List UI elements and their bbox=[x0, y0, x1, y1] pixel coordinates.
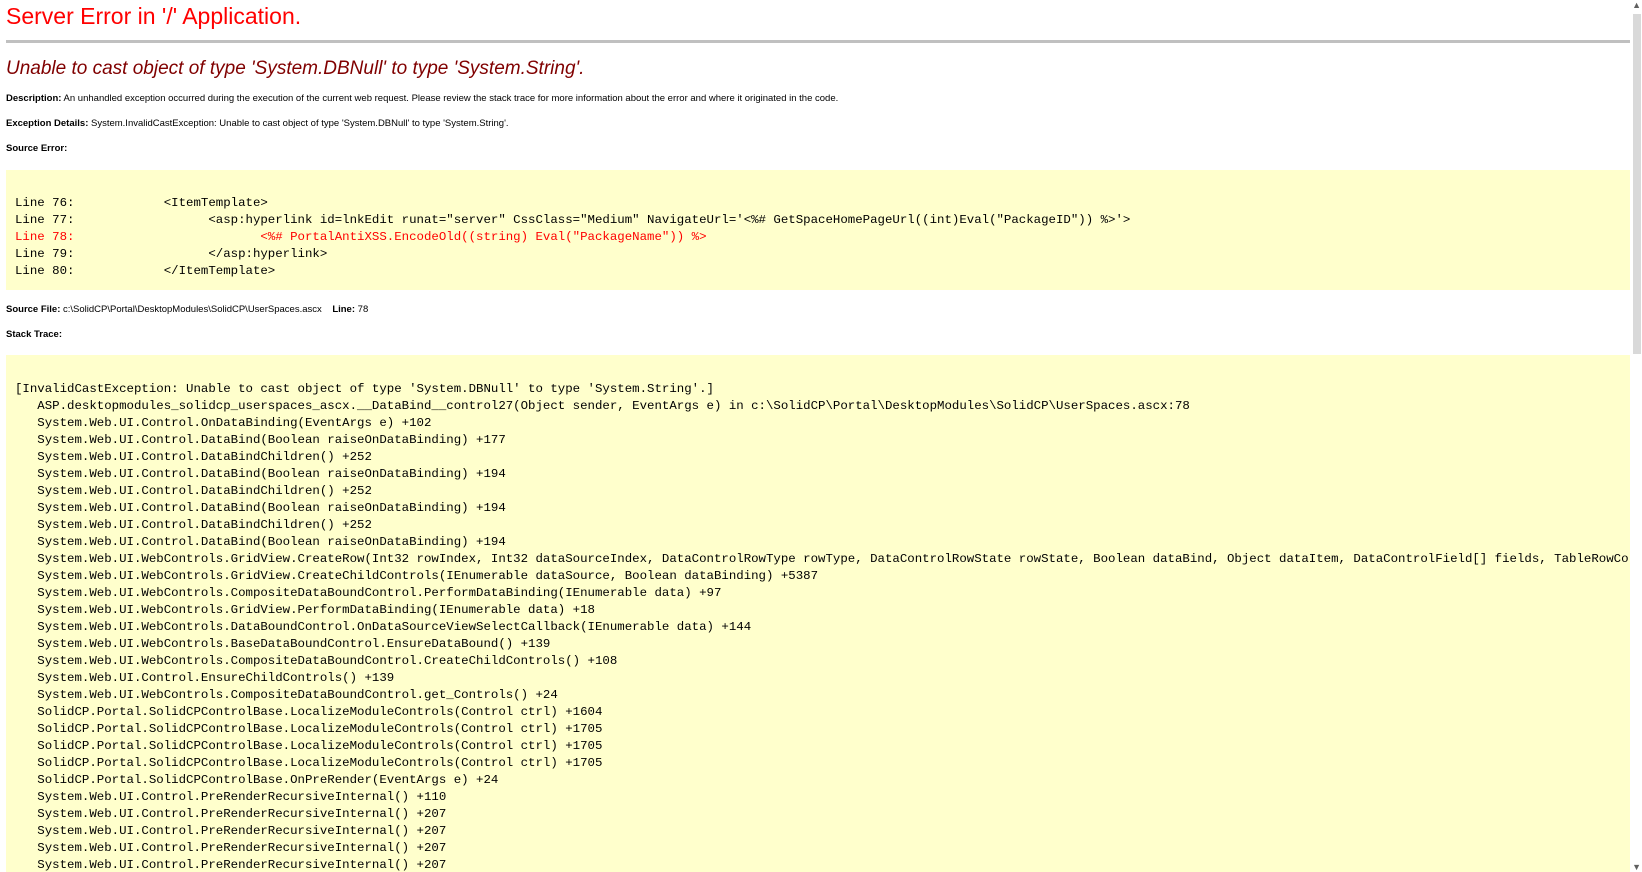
stack-trace-line: System.Web.UI.WebControls.CompositeDataB… bbox=[15, 688, 558, 702]
source-file-label: Source File: bbox=[6, 304, 61, 315]
stack-trace-code-block[interactable]: [InvalidCastException: Unable to cast ob… bbox=[6, 355, 1630, 872]
stack-trace-line: ASP.desktopmodules_solidcp_userspaces_as… bbox=[15, 399, 1190, 413]
scrollbar-thumb[interactable] bbox=[1633, 14, 1641, 354]
scroll-down-arrow-icon[interactable]: ▼ bbox=[1632, 862, 1641, 872]
source-code-line: Line 79: </asp:hyperlink> bbox=[15, 247, 328, 261]
error-page: Server Error in '/' Application. Unable … bbox=[6, 0, 1633, 872]
stack-trace-line: SolidCP.Portal.SolidCPControlBase.Locali… bbox=[15, 705, 603, 719]
stack-trace-line: System.Web.UI.Control.OnDataBinding(Even… bbox=[15, 416, 432, 430]
stack-trace-line: System.Web.UI.WebControls.CompositeDataB… bbox=[15, 654, 618, 668]
description-row: Description: An unhandled exception occu… bbox=[6, 93, 838, 105]
stack-trace-line: System.Web.UI.Control.DataBind(Boolean r… bbox=[15, 433, 506, 447]
stack-trace-line: System.Web.UI.Control.PreRenderRecursive… bbox=[15, 807, 447, 821]
stack-trace-line: System.Web.UI.Control.PreRenderRecursive… bbox=[15, 858, 447, 872]
stack-trace-line: System.Web.UI.Control.DataBind(Boolean r… bbox=[15, 467, 506, 481]
stack-trace-line: System.Web.UI.Control.PreRenderRecursive… bbox=[15, 841, 447, 855]
vertical-scrollbar[interactable]: ▲ ▼ bbox=[1630, 0, 1642, 872]
source-code-line: Line 76: <ItemTemplate> bbox=[15, 196, 268, 210]
stack-trace-line: System.Web.UI.WebControls.GridView.Creat… bbox=[15, 569, 819, 583]
stack-trace-line: SolidCP.Portal.SolidCPControlBase.OnPreR… bbox=[15, 773, 499, 787]
stack-trace-row: Stack Trace: bbox=[6, 329, 62, 341]
source-error-row: Source Error: bbox=[6, 143, 67, 155]
source-error-code-block: Line 76: <ItemTemplate> Line 77: <asp:hyp… bbox=[6, 170, 1630, 290]
stack-trace-line: System.Web.UI.Control.PreRenderRecursive… bbox=[15, 790, 447, 804]
stack-trace-line: SolidCP.Portal.SolidCPControlBase.Locali… bbox=[15, 722, 603, 736]
stack-trace-line: System.Web.UI.WebControls.BaseDataBoundC… bbox=[15, 637, 551, 651]
stack-trace-line: System.Web.UI.WebControls.CompositeDataB… bbox=[15, 586, 722, 600]
stack-trace-line: System.Web.UI.WebControls.GridView.Creat… bbox=[15, 552, 1630, 566]
source-error-label: Source Error: bbox=[6, 143, 68, 154]
source-line-label: Line: bbox=[332, 304, 356, 315]
exception-details-row: Exception Details: System.InvalidCastExc… bbox=[6, 118, 509, 130]
stack-trace-line: [InvalidCastException: Unable to cast ob… bbox=[15, 382, 714, 396]
stack-trace-line: SolidCP.Portal.SolidCPControlBase.Locali… bbox=[15, 756, 603, 770]
source-code-line: Line 80: </ItemTemplate> bbox=[15, 264, 276, 278]
description-text: An unhandled exception occurred during t… bbox=[61, 93, 839, 104]
title-divider bbox=[6, 40, 1633, 43]
source-line-value: 78 bbox=[355, 304, 369, 315]
stack-trace-line: System.Web.UI.Control.DataBind(Boolean r… bbox=[15, 535, 506, 549]
stack-trace-label: Stack Trace: bbox=[6, 329, 62, 340]
stack-trace-line: System.Web.UI.WebControls.DataBoundContr… bbox=[15, 620, 752, 634]
source-file-row: Source File: c:\SolidCP\Portal\DesktopMo… bbox=[6, 304, 368, 316]
stack-trace-line: SolidCP.Portal.SolidCPControlBase.Locali… bbox=[15, 739, 603, 753]
stack-trace-line: System.Web.UI.Control.PreRenderRecursive… bbox=[15, 824, 447, 838]
exception-details-label: Exception Details: bbox=[6, 118, 89, 129]
scroll-up-arrow-icon[interactable]: ▲ bbox=[1632, 0, 1641, 10]
stack-trace-line: System.Web.UI.WebControls.GridView.Perfo… bbox=[15, 603, 595, 617]
stack-trace-line: System.Web.UI.Control.DataBindChildren()… bbox=[15, 518, 372, 532]
stack-trace-line: System.Web.UI.Control.DataBind(Boolean r… bbox=[15, 501, 506, 515]
stack-trace-lines: [InvalidCastException: Unable to cast ob… bbox=[15, 381, 1630, 872]
stack-trace-line: System.Web.UI.Control.DataBindChildren()… bbox=[15, 484, 372, 498]
source-error-line-highlighted: Line 78: <%# PortalAntiXSS.EncodeOld((st… bbox=[15, 230, 707, 244]
source-file-path: c:\SolidCP\Portal\DesktopModules\SolidCP… bbox=[60, 304, 322, 315]
stack-trace-line: System.Web.UI.Control.EnsureChildControl… bbox=[15, 671, 395, 685]
page-title: Server Error in '/' Application. bbox=[6, 3, 302, 29]
stack-trace-line: System.Web.UI.Control.DataBindChildren()… bbox=[15, 450, 372, 464]
description-label: Description: bbox=[6, 93, 62, 104]
source-error-lines: Line 76: <ItemTemplate> Line 77: <asp:hyp… bbox=[15, 195, 1130, 280]
source-code-line: Line 77: <asp:hyperlink id=lnkEdit runat… bbox=[15, 213, 1131, 227]
error-message: Unable to cast object of type 'System.DB… bbox=[6, 58, 585, 79]
exception-details-text: System.InvalidCastException: Unable to c… bbox=[88, 118, 509, 129]
